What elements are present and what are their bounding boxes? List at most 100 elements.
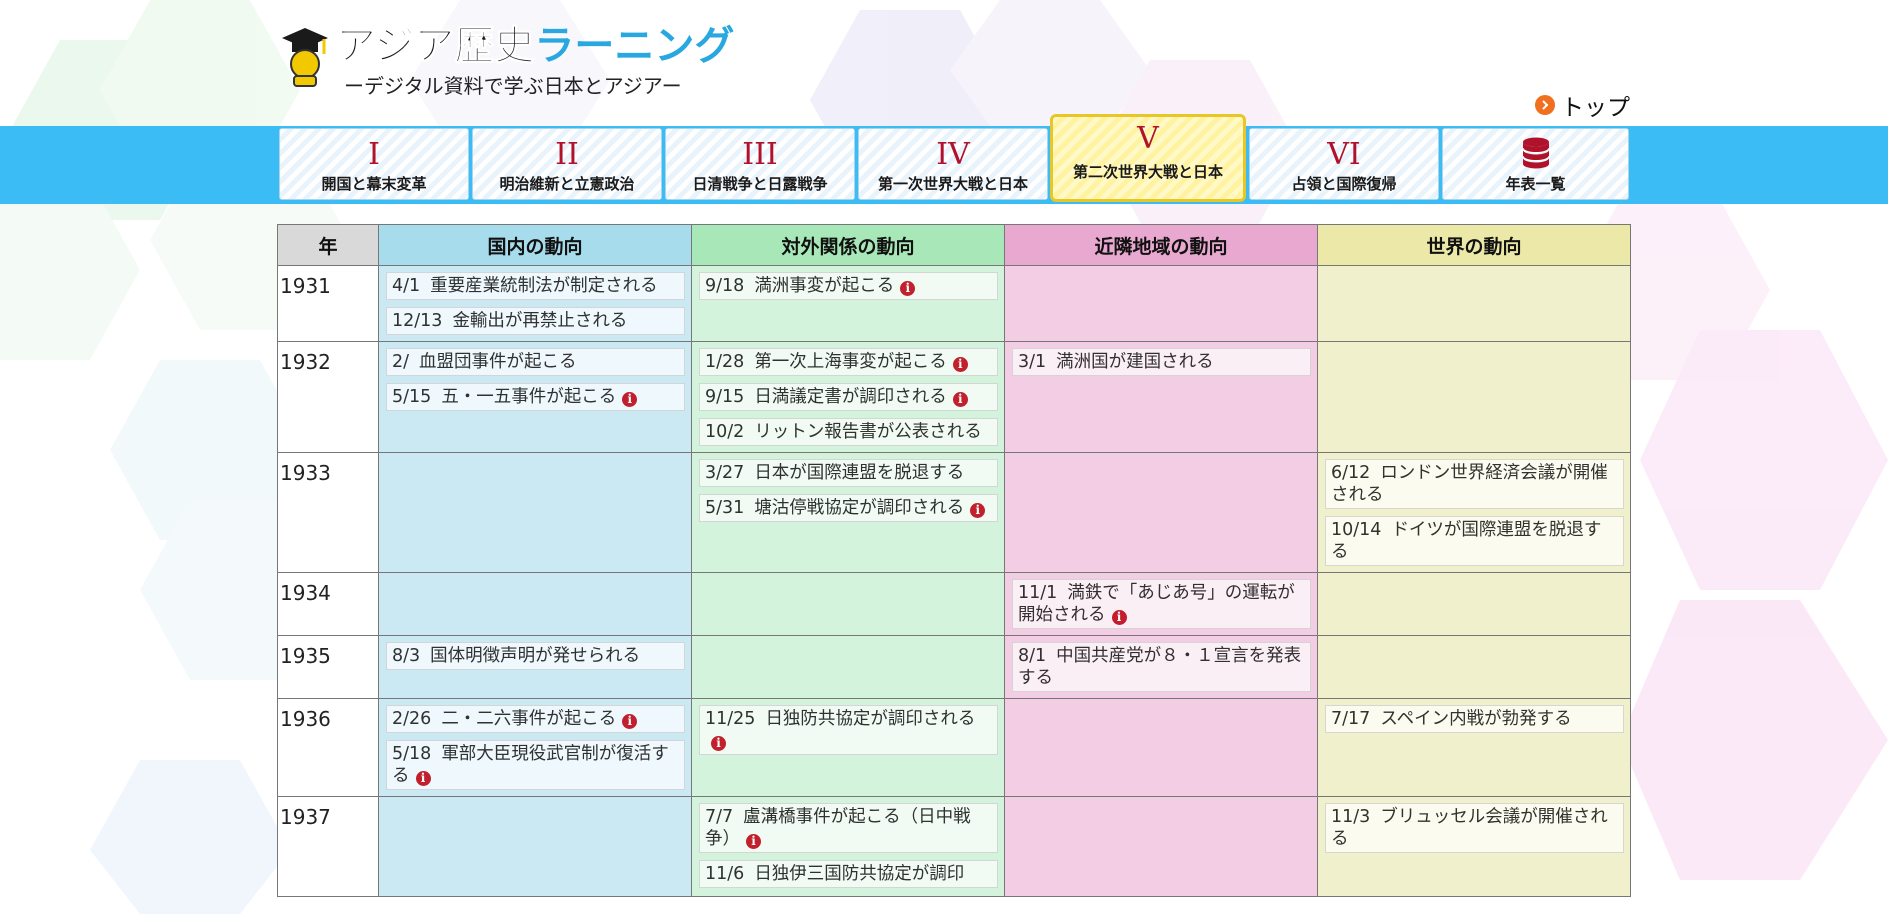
info-icon[interactable]: i <box>1111 610 1127 625</box>
event-text: 軍部大臣現役武官制が復活する <box>392 744 669 786</box>
tab-label: 第二次世界大戦と日本 <box>1072 163 1223 181</box>
event-date: 10/14 <box>1331 520 1382 540</box>
event-date: 3/27 <box>705 463 745 483</box>
event-item[interactable]: 1/28 第一次上海事変が起こる i <box>699 348 998 376</box>
foreign-cell: 7/7 盧溝橋事件が起こる（日中戦争） i 11/6 日独伊三国防共協定が調印 <box>691 796 1005 897</box>
tab-period-6[interactable]: VI 占領と国際復帰 <box>1249 128 1439 200</box>
event-text: 塘沽停戦協定が調印される <box>754 498 965 518</box>
timeline-body: 1931 4/1 重要産業統制法が制定される 12/13 金輸出が再禁止される 9/18 満… <box>277 265 1631 897</box>
event-text: 日独防共協定が調印される <box>765 709 976 729</box>
tab-period-1[interactable]: I 開国と幕末変革 <box>279 128 469 200</box>
event-date: 4/1 <box>392 276 421 296</box>
tab-period-2[interactable]: II 明治維新と立憲政治 <box>472 128 662 200</box>
event-date: 9/18 <box>705 276 745 296</box>
event-date: 11/6 <box>705 864 745 884</box>
info-icon[interactable]: i <box>952 392 968 407</box>
event-item: 4/1 重要産業統制法が制定される <box>386 272 685 300</box>
event-item: 10/14 ドイツが国際連盟を脱退する <box>1325 516 1624 566</box>
timeline-table: 年 国内の動向 対外関係の動向 近隣地域の動向 世界の動向 1931 4/1 重要産… <box>277 224 1631 897</box>
event-item[interactable]: 5/15 五・一五事件が起こる i <box>386 383 685 411</box>
event-item: 2/血盟団事件が起こる <box>386 348 685 376</box>
neighbor-cell: 8/1 中国共産党が８・１宣言を発表する <box>1004 635 1318 699</box>
world-cell <box>1317 635 1631 699</box>
event-text: ロンドン世界経済会議が開催される <box>1331 463 1608 505</box>
foreign-cell <box>691 635 1005 699</box>
info-icon[interactable]: i <box>900 281 916 296</box>
info-icon[interactable]: i <box>711 736 726 751</box>
event-text: 日本が国際連盟を脱退する <box>754 463 965 483</box>
tab-label: 日清戦争と日露戦争 <box>692 175 828 193</box>
event-date: 8/1 <box>1018 646 1047 666</box>
event-item: 3/27 日本が国際連盟を脱退する <box>699 459 998 487</box>
world-cell: 6/12 ロンドン世界経済会議が開催される 10/14 ドイツが国際連盟を脱退する <box>1317 452 1631 573</box>
site-title-accent: ラーニング <box>534 23 735 69</box>
event-item[interactable]: 7/7 盧溝橋事件が起こる（日中戦争） i <box>699 803 998 853</box>
event-date: 9/15 <box>705 387 745 407</box>
table-row: 1935 8/3 国体明徴声明が発せられる 8/1 中国共産党が８・１宣言を発表する <box>277 635 1631 699</box>
neighbor-cell <box>1004 698 1318 797</box>
tab-numeral: II <box>555 137 579 172</box>
event-date: 11/25 <box>705 709 756 729</box>
domestic-cell: 8/3 国体明徴声明が発せられる <box>378 635 692 699</box>
info-icon[interactable]: i <box>970 503 986 518</box>
site-subtitle: ーデジタル資料で学ぶ日本とアジアー <box>344 74 682 98</box>
world-cell <box>1317 265 1631 342</box>
event-item[interactable]: 11/25 日独防共協定が調印される i <box>699 705 998 755</box>
tab-label: 年表一覧 <box>1505 175 1566 193</box>
year-cell: 1933 <box>277 452 379 573</box>
table-row: 1934 11/1 満鉄で「あじあ号」の運転が開始される i <box>277 572 1631 636</box>
event-text: 二・二六事件が起こる <box>441 709 617 729</box>
info-icon[interactable]: i <box>622 392 638 407</box>
tab-label: 占領と国際復帰 <box>1291 175 1397 193</box>
year-cell: 1931 <box>277 265 379 342</box>
event-text: 満鉄で「あじあ号」の運転が開始される <box>1018 583 1295 625</box>
site-title: アジア歴史ラーニング <box>335 22 735 70</box>
event-item: 12/13 金輸出が再禁止される <box>386 307 685 335</box>
info-icon[interactable]: i <box>746 834 761 849</box>
arrow-right-circle-icon <box>1535 95 1555 115</box>
foreign-cell: 11/25 日独防共協定が調印される i <box>691 698 1005 797</box>
year-cell: 1937 <box>277 796 379 897</box>
event-text: 満洲事変が起こる <box>754 276 895 296</box>
event-text: 中国共産党が８・１宣言を発表する <box>1018 646 1302 688</box>
event-item[interactable]: 5/31 塘沽停戦協定が調印される i <box>699 494 998 522</box>
tab-timeline-list[interactable]: 年表一覧 <box>1442 128 1629 200</box>
event-date: 5/15 <box>392 387 432 407</box>
foreign-cell <box>691 572 1005 636</box>
world-cell <box>1317 341 1631 453</box>
info-icon[interactable]: i <box>622 714 638 729</box>
tab-period-5[interactable]: V 第二次世界大戦と日本 <box>1050 114 1246 202</box>
event-item: 11/3 ブリュッセル会議が開催される <box>1325 803 1624 853</box>
neighbor-cell <box>1004 796 1318 897</box>
event-item[interactable]: 5/18 軍部大臣現役武官制が復活する i <box>386 740 685 790</box>
tab-numeral: I <box>368 137 380 172</box>
event-item[interactable]: 11/1 満鉄で「あじあ号」の運転が開始される i <box>1012 579 1311 629</box>
table-row: 1937 7/7 盧溝橋事件が起こる（日中戦争） i 11/6 日独伊三国防共協定が調印 1… <box>277 796 1631 897</box>
neighbor-cell: 3/1 満洲国が建国される <box>1004 341 1318 453</box>
table-row: 1932 2/血盟団事件が起こる 5/15 五・一五事件が起こる i 1/28 第一次上海事… <box>277 341 1631 453</box>
event-text: ブリュッセル会議が開催される <box>1331 807 1608 849</box>
info-icon[interactable]: i <box>952 357 968 372</box>
site-logo[interactable]: アジア歴史ラーニング ーデジタル資料で学ぶ日本とアジアー <box>278 22 734 102</box>
event-item[interactable]: 9/15 日満議定書が調印される i <box>699 383 998 411</box>
event-item: 11/6 日独伊三国防共協定が調印 <box>699 860 998 888</box>
world-cell: 11/3 ブリュッセル会議が開催される <box>1317 796 1631 897</box>
info-icon[interactable]: i <box>415 771 431 786</box>
event-item[interactable]: 2/26 二・二六事件が起こる i <box>386 705 685 733</box>
event-date: 11/1 <box>1018 583 1058 603</box>
top-page-link[interactable]: トップ <box>1535 88 1630 122</box>
tab-label: 明治維新と立憲政治 <box>499 175 635 193</box>
world-cell: 7/17 スペイン内戦が勃発する <box>1317 698 1631 797</box>
world-cell <box>1317 572 1631 636</box>
event-text: 日満議定書が調印される <box>754 387 947 407</box>
domestic-cell: 2/26 二・二六事件が起こる i 5/18 軍部大臣現役武官制が復活する i <box>378 698 692 797</box>
tab-period-3[interactable]: III 日清戦争と日露戦争 <box>665 128 855 200</box>
event-date: 7/7 <box>705 807 734 827</box>
table-row: 1933 3/27 日本が国際連盟を脱退する 5/31 塘沽停戦協定が調印される i 6/1… <box>277 452 1631 573</box>
event-date: 6/12 <box>1331 463 1371 483</box>
tab-numeral: VI <box>1327 137 1361 172</box>
event-item[interactable]: 9/18 満洲事変が起こる i <box>699 272 998 300</box>
event-item: 6/12 ロンドン世界経済会議が開催される <box>1325 459 1624 509</box>
tab-period-4[interactable]: IV 第一次世界大戦と日本 <box>858 128 1048 200</box>
event-date: 2/ <box>392 352 410 372</box>
